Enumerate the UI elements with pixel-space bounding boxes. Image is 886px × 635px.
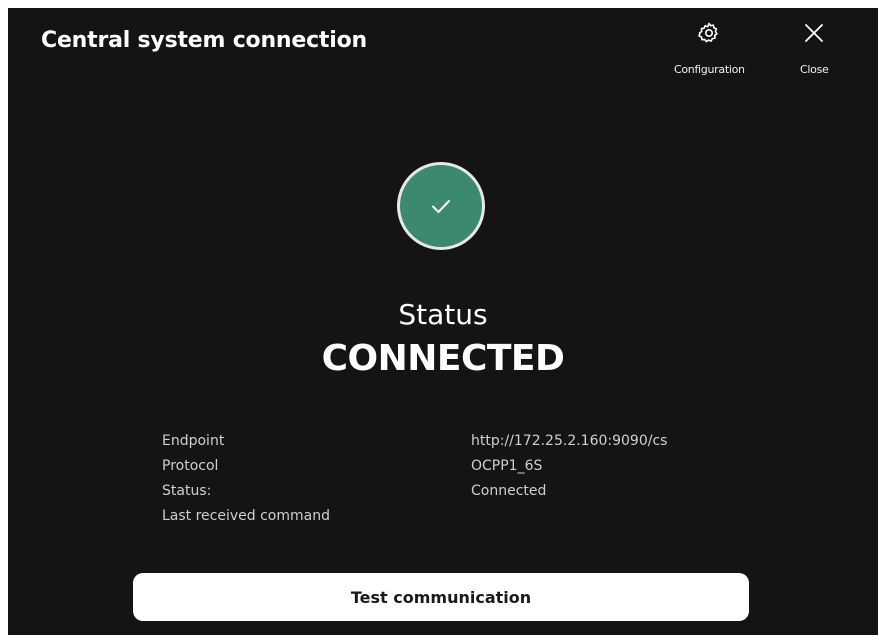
status-value: CONNECTED <box>321 338 565 379</box>
gear-icon <box>696 20 722 46</box>
status-heading: Status <box>398 298 488 331</box>
detail-key: Last received command <box>162 508 330 524</box>
close-icon <box>801 20 827 46</box>
detail-value: OCPP1_6S <box>471 458 543 474</box>
configuration-label: Configuration <box>674 63 745 76</box>
dialog-title: Central system connection <box>41 28 367 53</box>
detail-key: Protocol <box>162 458 219 474</box>
close-label: Close <box>800 63 829 76</box>
configuration-button[interactable]: Configuration <box>674 20 745 76</box>
status-check-icon <box>397 162 485 250</box>
test-communication-button[interactable]: Test communication <box>133 573 749 621</box>
detail-value: http://172.25.2.160:9090/cs <box>471 433 668 449</box>
connection-dialog: Central system connection Configuration … <box>8 8 878 635</box>
detail-key: Status: <box>162 483 212 499</box>
close-button[interactable]: Close <box>800 20 829 76</box>
detail-value: Connected <box>471 483 547 499</box>
detail-key: Endpoint <box>162 433 225 449</box>
